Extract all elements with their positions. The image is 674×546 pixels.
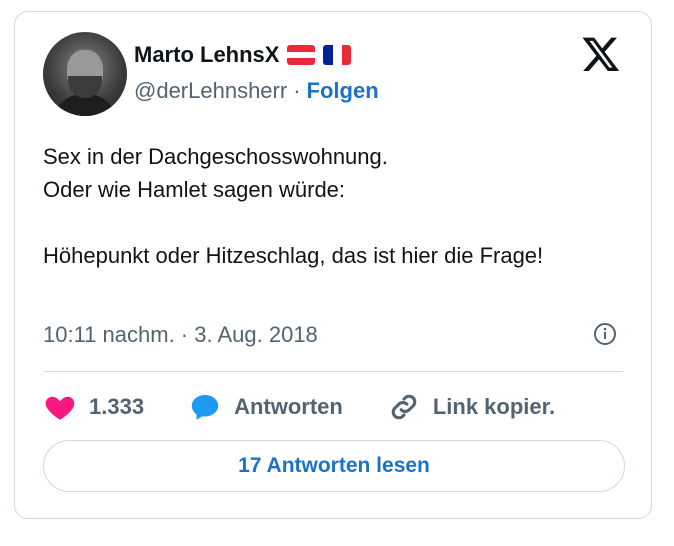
like-count: 1.333 [89, 394, 145, 419]
copy-link-button[interactable]: Link kopier. [387, 390, 555, 424]
follow-button[interactable]: Folgen [307, 78, 379, 104]
action-bar: 1.333 Antworten Link kopier. [43, 390, 599, 424]
copy-link-label: Link kopier. [432, 394, 556, 419]
x-logo-icon[interactable] [581, 34, 621, 74]
divider [43, 371, 623, 372]
tweet-timestamp[interactable]: 10:11 nachm. · 3. Aug. 2018 [43, 322, 318, 348]
reply-label: Antworten [234, 394, 343, 419]
info-icon[interactable] [593, 322, 617, 346]
tweet-text: Sex in der Dachgeschosswohnung. Oder wie… [43, 144, 544, 268]
read-replies-button[interactable]: 17 Antworten lesen [43, 440, 625, 492]
link-icon [391, 394, 417, 420]
author-name[interactable]: Marto LehnsX [134, 42, 279, 68]
austria-flag-icon [287, 45, 316, 65]
author-handle[interactable]: @derLehnsherr [134, 78, 287, 104]
france-flag-icon [323, 45, 352, 65]
heart-icon [45, 396, 75, 420]
author-handle-row: @derLehnsherr · Folgen [134, 78, 379, 104]
speech-bubble-icon [191, 394, 219, 420]
handle-separator: · [293, 78, 301, 103]
like-button[interactable]: 1.333 [43, 390, 144, 424]
author-name-row: Marto LehnsX [134, 42, 352, 68]
reply-button[interactable]: Antworten [188, 390, 343, 424]
avatar[interactable] [43, 32, 127, 116]
tweet-card[interactable]: Marto LehnsX @derLehnsherr · Folgen Sex … [14, 11, 652, 519]
